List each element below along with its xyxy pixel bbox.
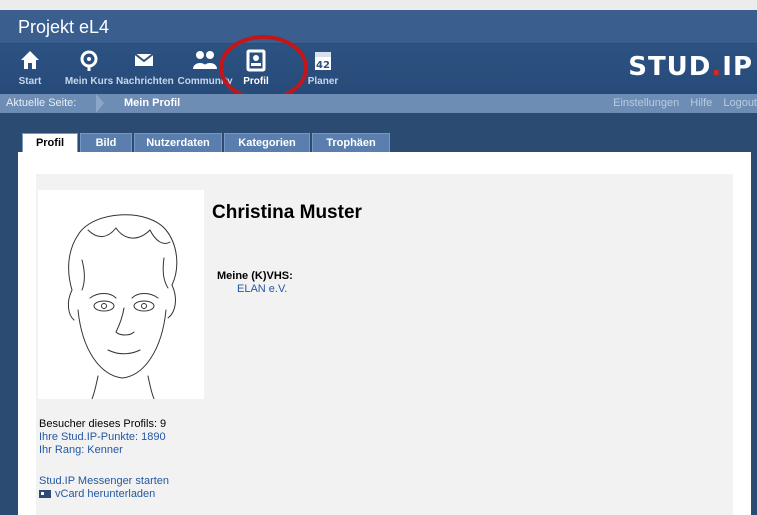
vcard-label: vCard herunterladen xyxy=(55,488,156,500)
nav-label-start: Start xyxy=(18,76,42,87)
community-icon xyxy=(176,48,234,72)
title-bar: Projekt eL4 xyxy=(0,10,757,44)
avatar-sketch-icon xyxy=(67,214,178,400)
mail-icon xyxy=(116,48,172,72)
nav-item-community[interactable]: Community xyxy=(176,48,234,87)
calendar-day: 42 xyxy=(316,60,330,71)
calendar-icon: 42 xyxy=(298,48,348,72)
profile-stats: Besucher dieses Profils: 9 Ihre Stud.IP-… xyxy=(39,418,166,457)
tab-nutzerdaten[interactable]: Nutzerdaten xyxy=(134,133,222,152)
nav-label-mein-kurs: Mein Kurs xyxy=(64,76,114,87)
top-strip xyxy=(0,0,757,10)
nav-label-nachrichten: Nachrichten xyxy=(116,76,174,87)
points-link[interactable]: Ihre Stud.IP-Punkte: 1890 xyxy=(39,431,166,444)
profile-icon xyxy=(236,48,276,72)
nav-label-profil: Profil xyxy=(243,76,269,87)
profile-panel: Christina Muster Meine (K)VHS: ELAN e.V.… xyxy=(18,152,751,515)
nav-item-start[interactable]: Start xyxy=(14,48,46,87)
nav-item-profil[interactable]: Profil xyxy=(236,48,276,87)
course-icon xyxy=(60,48,118,72)
vcard-link[interactable]: vCard herunterladen xyxy=(39,488,169,501)
main-navigation: Start Mein Kurs Nachrichten Community Pr… xyxy=(0,44,757,94)
breadcrumb-current: Mein Profil xyxy=(124,97,181,109)
avatar xyxy=(38,190,204,400)
tab-trophaeen[interactable]: Trophäen xyxy=(312,133,390,152)
nav-label-planer: Planer xyxy=(307,76,339,87)
app-title: Projekt eL4 xyxy=(18,17,110,37)
rank-link[interactable]: Ihr Rang: Kenner xyxy=(39,444,166,457)
nav-item-planer[interactable]: 42 Planer xyxy=(298,48,348,87)
nav-item-nachrichten[interactable]: Nachrichten xyxy=(116,48,174,87)
tab-bild[interactable]: Bild xyxy=(80,133,132,152)
vhs-label: Meine (K)VHS: xyxy=(217,270,293,282)
help-link[interactable]: Hilfe xyxy=(690,97,712,109)
breadcrumb-label: Aktuelle Seite: xyxy=(6,97,77,109)
breadcrumb: Aktuelle Seite: Mein Profil Einstellunge… xyxy=(0,94,757,113)
tab-profil[interactable]: Profil xyxy=(22,133,78,153)
vhs-link[interactable]: ELAN e.V. xyxy=(237,283,287,295)
breadcrumb-arrow-icon xyxy=(96,94,104,113)
settings-link[interactable]: Einstellungen xyxy=(613,97,679,109)
nav-item-mein-kurs[interactable]: Mein Kurs xyxy=(60,48,118,87)
profile-actions: Stud.IP Messenger starten vCard herunter… xyxy=(39,475,169,501)
tab-kategorien[interactable]: Kategorien xyxy=(224,133,310,152)
header-links: Einstellungen Hilfe Logout xyxy=(605,97,757,109)
vcard-icon xyxy=(39,490,51,498)
messenger-link[interactable]: Stud.IP Messenger starten xyxy=(39,475,169,488)
nav-label-community: Community xyxy=(177,76,233,87)
profile-content: Christina Muster Meine (K)VHS: ELAN e.V.… xyxy=(36,174,733,515)
home-icon xyxy=(14,48,46,72)
visitor-count: Besucher dieses Profils: 9 xyxy=(39,418,167,430)
studip-logo: STUD.IP xyxy=(628,52,753,82)
logout-link[interactable]: Logout xyxy=(723,97,757,109)
profile-name: Christina Muster xyxy=(212,202,362,223)
